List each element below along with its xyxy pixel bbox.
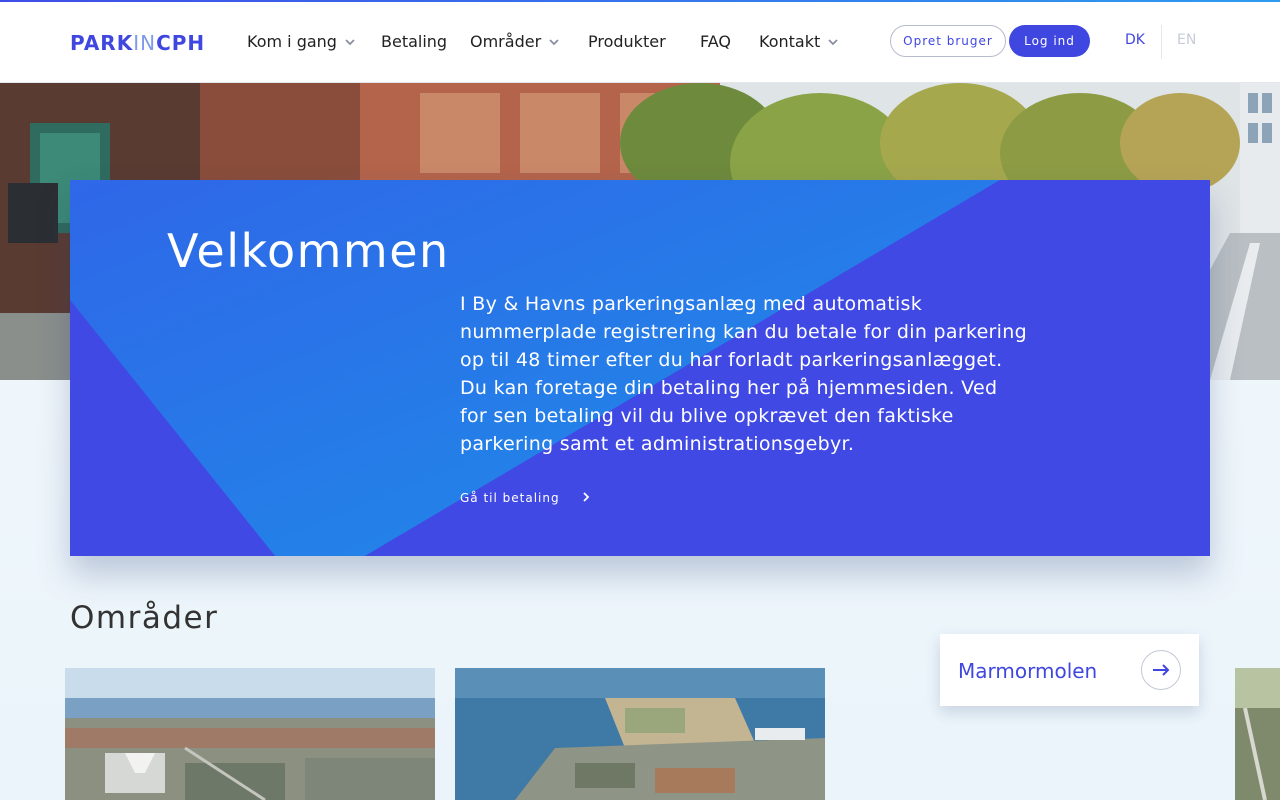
signup-button[interactable]: Opret bruger xyxy=(890,25,1006,57)
areas-heading: Områder xyxy=(70,600,219,636)
area-image-partial[interactable] xyxy=(1235,668,1280,800)
language-en[interactable]: EN xyxy=(1177,32,1196,48)
nav-label: Produkter xyxy=(588,32,666,51)
login-button[interactable]: Log ind xyxy=(1009,25,1090,57)
logo-part-park: PARK xyxy=(70,31,134,55)
nav-item-kom-i-gang[interactable]: Kom i gang xyxy=(247,32,356,51)
nav-label: Områder xyxy=(470,32,542,51)
chevron-down-icon xyxy=(827,36,839,48)
nav-label: Betaling xyxy=(381,32,448,51)
nav-item-faq[interactable]: FAQ xyxy=(700,32,731,51)
logo[interactable]: PARK IN CPH xyxy=(70,31,205,55)
area-image-harbour[interactable] xyxy=(455,668,825,800)
nav-item-omraader[interactable]: Områder xyxy=(470,32,560,51)
area-card-label: Marmormolen xyxy=(958,659,1098,683)
nav-label: Kom i gang xyxy=(247,32,337,51)
arrow-right-icon[interactable] xyxy=(1141,650,1181,690)
chevron-down-icon xyxy=(548,36,560,48)
nav-item-produkter[interactable]: Produkter xyxy=(588,32,666,51)
nav-label: FAQ xyxy=(700,32,731,51)
nav-item-betaling[interactable]: Betaling xyxy=(381,32,447,51)
go-to-payment-link[interactable]: Gå til betaling xyxy=(460,491,590,505)
go-to-payment-label: Gå til betaling xyxy=(460,491,560,505)
logo-part-cph: CPH xyxy=(156,31,206,55)
language-divider xyxy=(1161,25,1162,59)
chevron-right-icon xyxy=(582,491,590,505)
area-image-city[interactable] xyxy=(65,668,435,800)
language-dk[interactable]: DK xyxy=(1125,32,1145,48)
nav-item-kontakt[interactable]: Kontakt xyxy=(759,32,839,51)
nav-label: Kontakt xyxy=(759,32,821,51)
welcome-title: Velkommen xyxy=(167,224,450,278)
area-card-marmormolen[interactable]: Marmormolen xyxy=(940,634,1199,706)
logo-part-in: IN xyxy=(133,31,157,55)
welcome-body-text: I By & Havns parkeringsanlæg med automat… xyxy=(460,293,1027,455)
chevron-down-icon xyxy=(344,36,356,48)
welcome-card: Velkommen I By & Havns parkeringsanlæg m… xyxy=(70,180,1210,556)
site-header: PARK IN CPH Kom i gang Betaling Områder Pr… xyxy=(0,2,1280,83)
